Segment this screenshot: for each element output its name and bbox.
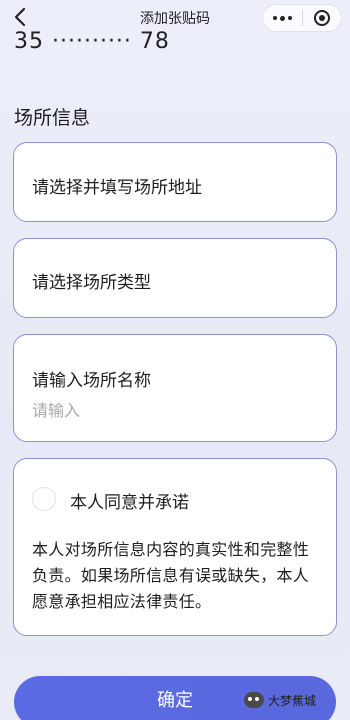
watermark-text: 大梦蕉城 <box>268 693 317 708</box>
close-circle-icon <box>313 10 330 26</box>
more-dots-icon <box>272 16 277 20</box>
masked-phone-number: 35 ·········· 78 <box>14 29 170 54</box>
screen: 添加张贴码 35 ·········· 78 场所信息 请选择并填写场所地址 请… <box>0 0 350 720</box>
venue-name-input[interactable]: 请输入 <box>32 397 80 421</box>
watermark: 大梦蕉城 <box>244 690 316 710</box>
venue-name-field[interactable]: 请输入场所名称 请输入 <box>13 334 337 442</box>
close-button[interactable] <box>302 5 341 31</box>
more-button[interactable] <box>263 5 302 31</box>
agreement-card: 本人同意并承诺 本人对场所信息内容的真实性和完整性负责。如果场所信息有误或缺失，… <box>13 458 337 636</box>
agree-radio[interactable] <box>32 487 56 511</box>
venue-type-label: 请选择场所类型 <box>32 273 151 293</box>
mini-program-capsule <box>262 4 342 32</box>
address-selector[interactable]: 请选择并填写场所地址 <box>13 142 337 222</box>
address-label: 请选择并填写场所地址 <box>32 178 202 198</box>
venue-type-selector[interactable]: 请选择场所类型 <box>13 238 337 318</box>
wechat-icon <box>244 692 264 708</box>
section-title: 场所信息 <box>14 107 91 129</box>
agreement-text: 本人对场所信息内容的真实性和完整性负责。如果场所信息有误或缺失，本人愿意承担相应… <box>32 540 310 611</box>
agreement-title: 本人同意并承诺 <box>70 493 189 513</box>
venue-name-label: 请输入场所名称 <box>32 371 151 391</box>
